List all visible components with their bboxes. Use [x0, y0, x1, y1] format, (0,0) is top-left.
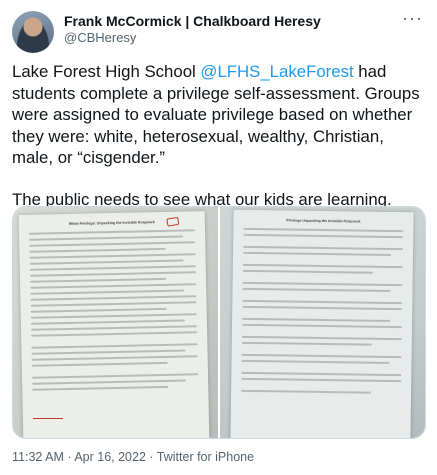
avatar[interactable] — [12, 11, 54, 53]
tweet-time[interactable]: 11:32 AM — [12, 450, 64, 464]
tweet-source: Twitter for iPhone — [156, 450, 255, 464]
meta-separator-1: · — [63, 450, 75, 464]
tweet-card: Frank McCormick | Chalkboard Heresy @CBH… — [0, 0, 437, 475]
author-name[interactable]: Frank McCormick | Chalkboard Heresy — [64, 13, 321, 29]
red-underline — [33, 418, 63, 419]
photo-worksheet-left[interactable]: White Privilege: Unpacking the Invisible… — [13, 207, 218, 438]
mention-link[interactable]: @LFHS_LakeForest — [200, 62, 353, 81]
tweet-paragraph-1: Lake Forest High School @LFHS_LakeForest… — [12, 61, 426, 169]
worksheet-page: White Privilege: Unpacking the Invisible… — [18, 211, 210, 438]
photo-worksheet-right[interactable]: Privilege Unpacking the Invisible Knapsa… — [220, 207, 425, 438]
media-grid: White Privilege: Unpacking the Invisible… — [12, 206, 426, 439]
tweet-date[interactable]: Apr 16, 2022 — [74, 450, 146, 464]
author-handle[interactable]: @CBHeresy — [64, 30, 136, 45]
tweet-meta: 11:32 AM · Apr 16, 2022 · Twitter for iP… — [12, 450, 254, 464]
meta-separator-2: · — [145, 450, 157, 464]
tweet-text: Lake Forest High School @LFHS_LakeForest… — [12, 61, 426, 211]
tweet-text-pre: Lake Forest High School — [12, 62, 201, 81]
worksheet-page: Privilege Unpacking the Invisible Knapsa… — [230, 209, 414, 438]
more-options-icon[interactable]: ··· — [402, 9, 423, 27]
